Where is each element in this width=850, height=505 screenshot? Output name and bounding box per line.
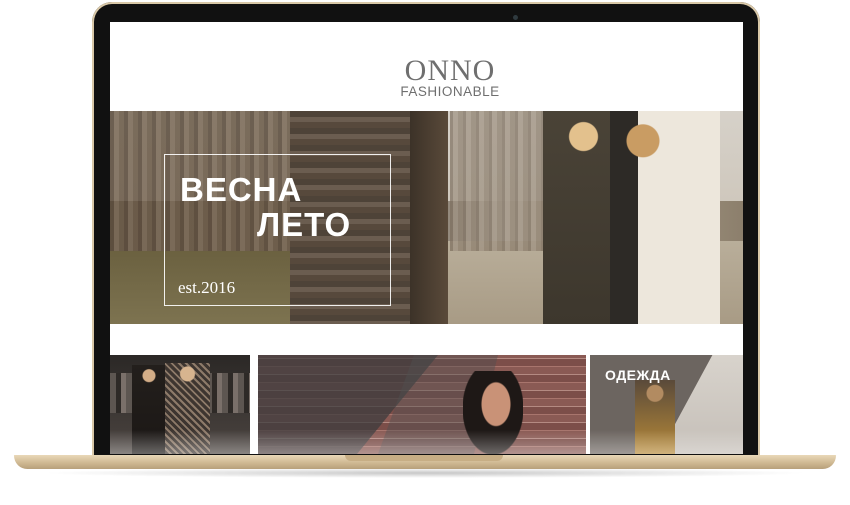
- hero-tree-trunk-2: [410, 111, 448, 324]
- hero-model-right: [610, 111, 720, 324]
- laptop-shadow: [40, 468, 810, 478]
- hero-title-line1: ВЕСНА: [180, 171, 303, 208]
- logo-tagline: FASHIONABLE: [400, 84, 500, 99]
- hero-established: est.2016: [178, 278, 236, 297]
- laptop-mockup: ONNO FASHIONABLE ВЕСНА ЛЕТО est.2016 ОДЕ…: [0, 0, 850, 505]
- screen-reflection: [110, 430, 743, 454]
- laptop-notch: [345, 455, 503, 461]
- site-logo[interactable]: ONNO FASHIONABLE: [370, 56, 530, 99]
- hero-title-line2: ЛЕТО: [257, 206, 352, 243]
- logo-name: ONNO: [404, 54, 496, 87]
- tile-label-clothing: ОДЕЖДА: [605, 367, 671, 383]
- camera-icon: [513, 15, 518, 20]
- hero-banner[interactable]: ВЕСНА ЛЕТО est.2016: [110, 111, 743, 324]
- website-screen: ONNO FASHIONABLE ВЕСНА ЛЕТО est.2016 ОДЕ…: [110, 22, 743, 454]
- hero-title: ВЕСНА ЛЕТО: [180, 173, 351, 241]
